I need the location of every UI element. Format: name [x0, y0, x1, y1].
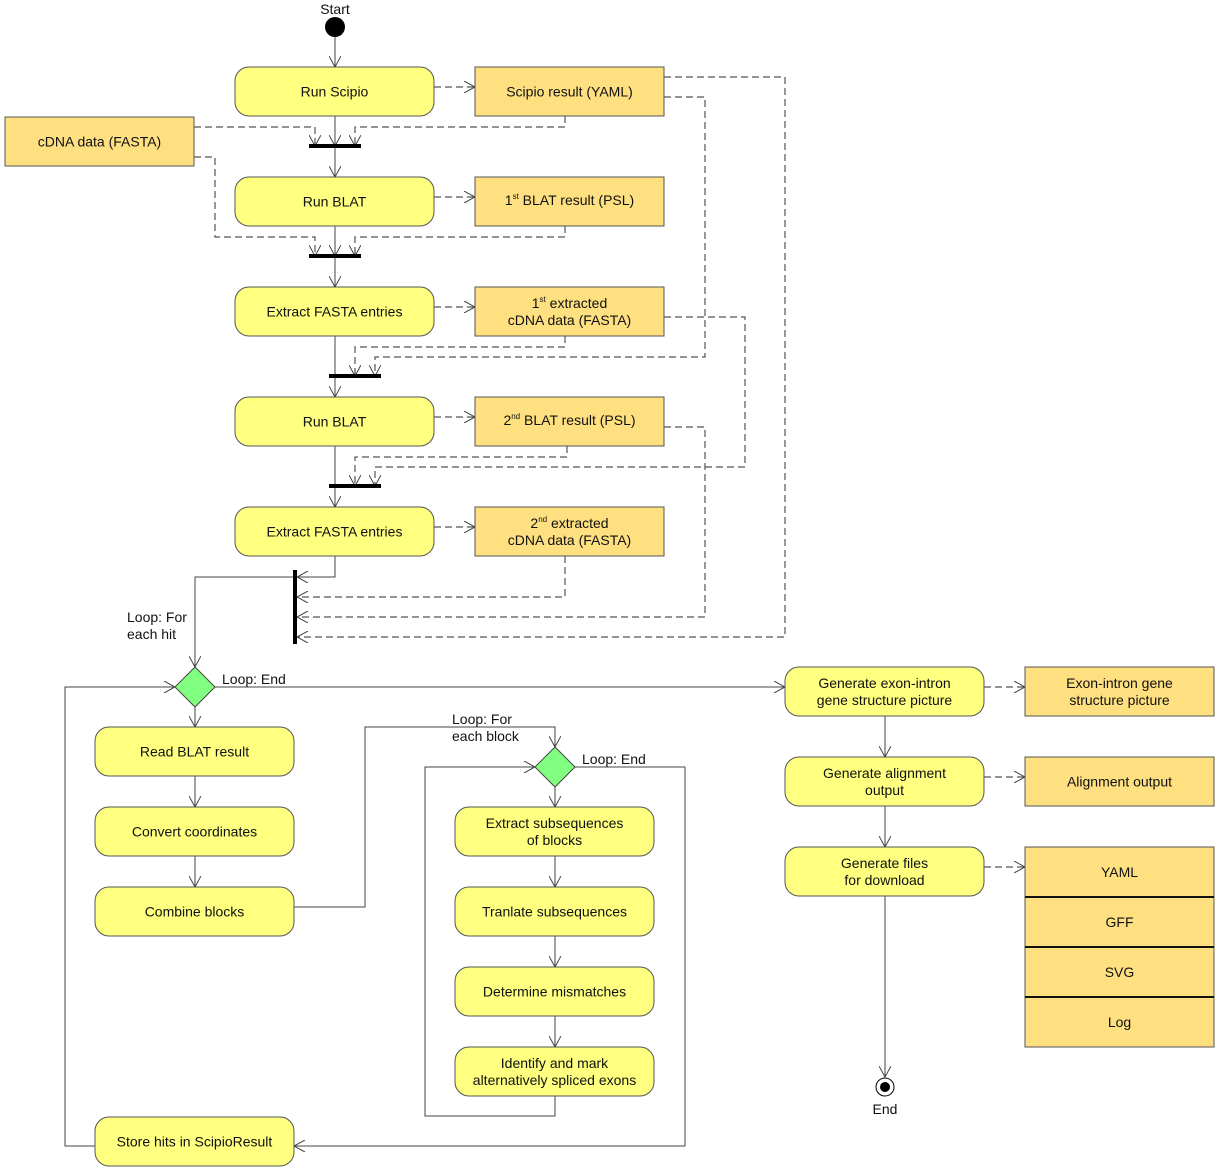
- file-format-label: GFF: [1106, 914, 1134, 930]
- action-extract-2: Extract FASTA entries: [234, 506, 435, 557]
- join-bar: [329, 374, 381, 378]
- action-mismatches-label: Determine mismatches: [483, 984, 626, 1000]
- action-identify: Identify and markalternatively spliced e…: [454, 1046, 655, 1097]
- action-gen-files-label: Generate files: [841, 855, 928, 871]
- action-convert-label: Convert coordinates: [132, 824, 257, 840]
- object-alignment: Alignment output: [1024, 756, 1215, 807]
- action-extract-sub: Extract subsequencesof blocks: [454, 806, 655, 857]
- action-translate: Tranlate subsequences: [454, 886, 655, 937]
- action-extract-1-label: Extract FASTA entries: [267, 304, 403, 320]
- guard-loop-block-end: Loop: End: [582, 751, 646, 767]
- join-bar: [309, 254, 361, 258]
- object-scipio-result-label: Scipio result (YAML): [506, 84, 633, 100]
- action-store-label: Store hits in ScipioResult: [117, 1134, 273, 1150]
- action-run-blat-1: Run BLAT: [234, 176, 435, 227]
- action-store: Store hits in ScipioResult: [94, 1116, 295, 1167]
- object-alignment-label: Alignment output: [1067, 774, 1172, 790]
- action-extract-2-label: Extract FASTA entries: [267, 524, 403, 540]
- action-gen-alignment: Generate alignmentoutput: [784, 756, 985, 807]
- join-bar: [293, 570, 297, 644]
- end-label: End: [873, 1101, 898, 1117]
- action-gen-files: Generate filesfor download: [784, 846, 985, 897]
- action-run-scipio: Run Scipio: [234, 66, 435, 117]
- object-picture-label: Exon-intron gene: [1066, 675, 1173, 691]
- action-combine: Combine blocks: [94, 886, 295, 937]
- join-bar: [309, 144, 361, 148]
- activity-diagram: Start End Loop: For each hit Loop: End L…: [4, 1, 1215, 1167]
- object-cdna: cDNA data (FASTA): [4, 116, 195, 167]
- file-format-label: YAML: [1101, 864, 1138, 880]
- action-extract-sub-label: Extract subsequences: [486, 815, 624, 831]
- action-read-blat-label: Read BLAT result: [140, 744, 249, 760]
- action-gen-files-label: for download: [844, 872, 924, 888]
- action-extract-sub-label: of blocks: [527, 832, 582, 848]
- action-gen-alignment-label: Generate alignment: [823, 765, 946, 781]
- svg-text:2nd BLAT result (PSL): 2nd BLAT result (PSL): [503, 412, 635, 428]
- file-format-label: SVG: [1105, 964, 1135, 980]
- guard-loop-block: Loop: For each block: [452, 711, 520, 744]
- object-blat-result-2: 2nd BLAT result (PSL): [474, 396, 665, 447]
- action-gen-picture-label: Generate exon-intron: [818, 675, 950, 691]
- object-blat-result-1: 1st BLAT result (PSL): [474, 176, 665, 227]
- object-download-files: YAML GFF SVG Log: [1024, 846, 1215, 1048]
- svg-text:1st BLAT result (PSL): 1st BLAT result (PSL): [505, 192, 634, 208]
- object-extracted-1: 1st extracted cDNA data (FASTA): [474, 286, 665, 337]
- action-run-blat-1-label: Run BLAT: [303, 194, 367, 210]
- action-read-blat: Read BLAT result: [94, 726, 295, 777]
- loop-decision-block: [534, 746, 576, 788]
- action-run-blat-2-label: Run BLAT: [303, 414, 367, 430]
- guard-loop-hit-end: Loop: End: [222, 671, 286, 687]
- action-run-blat-2: Run BLAT: [234, 396, 435, 447]
- svg-text:cDNA data (FASTA): cDNA data (FASTA): [508, 312, 631, 328]
- action-identify-label: alternatively spliced exons: [473, 1072, 636, 1088]
- action-gen-alignment-label: output: [865, 782, 904, 798]
- object-extracted-2: 2nd extracted cDNA data (FASTA): [474, 506, 665, 557]
- action-identify-label: Identify and mark: [501, 1055, 609, 1071]
- object-cdna-label: cDNA data (FASTA): [38, 134, 161, 150]
- loop-decision-hit: [174, 666, 216, 708]
- start-label: Start: [320, 1, 350, 17]
- guard-loop-hit: Loop: For each hit: [127, 609, 187, 642]
- action-combine-label: Combine blocks: [145, 904, 245, 920]
- object-picture: Exon-intron genestructure picture: [1024, 666, 1215, 717]
- start-node: [325, 17, 345, 37]
- action-gen-picture: Generate exon-introngene structure pictu…: [784, 666, 985, 717]
- action-convert: Convert coordinates: [94, 806, 295, 857]
- action-mismatches: Determine mismatches: [454, 966, 655, 1017]
- file-format-label: Log: [1108, 1014, 1131, 1030]
- svg-text:cDNA data (FASTA): cDNA data (FASTA): [508, 532, 631, 548]
- action-extract-1: Extract FASTA entries: [234, 286, 435, 337]
- action-translate-label: Tranlate subsequences: [482, 904, 627, 920]
- object-picture-label: structure picture: [1069, 692, 1170, 708]
- action-gen-picture-label: gene structure picture: [817, 692, 953, 708]
- object-scipio-result: Scipio result (YAML): [474, 66, 665, 117]
- join-bar: [329, 484, 381, 488]
- action-run-scipio-label: Run Scipio: [301, 84, 369, 100]
